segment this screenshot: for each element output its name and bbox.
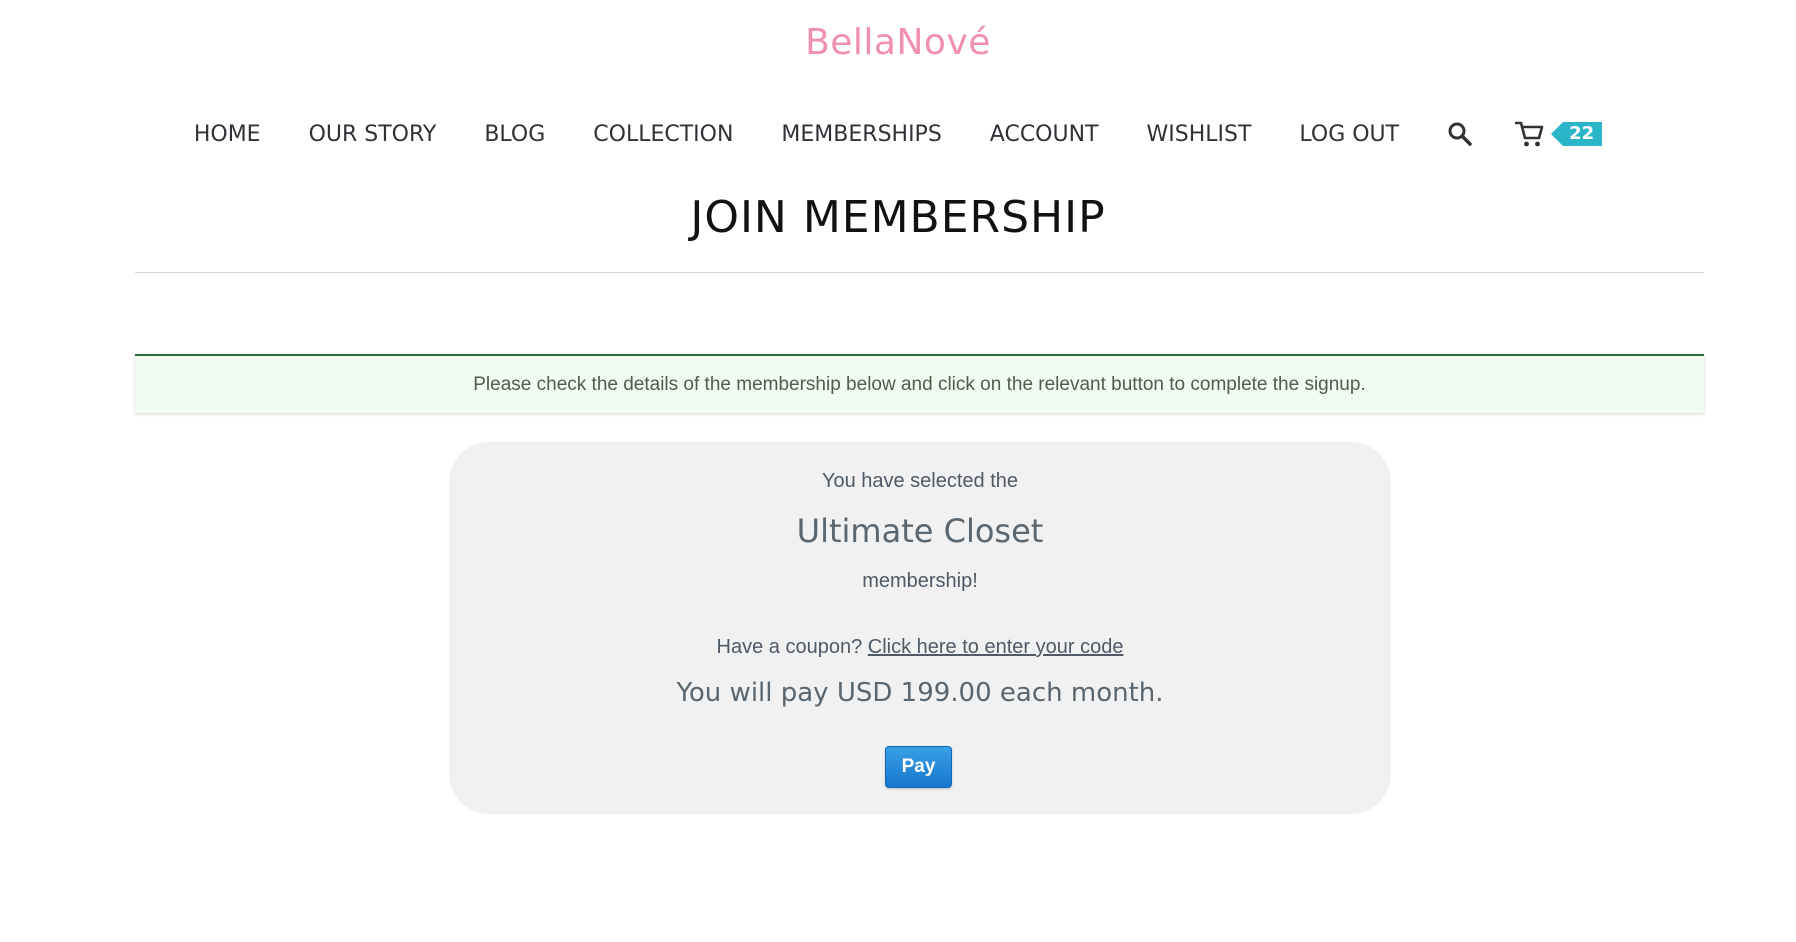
brand-logo[interactable]: BellaNové xyxy=(0,22,1796,63)
cart-count-badge[interactable]: 22 xyxy=(1551,122,1603,146)
pay-amount-text: You will pay USD 199.00 each month. xyxy=(676,678,1164,708)
nav-item-home[interactable]: HOME xyxy=(194,122,261,147)
nav-item-log-out[interactable]: LOG OUT xyxy=(1299,122,1399,147)
selected-suffix: membership! xyxy=(862,570,978,592)
nav-item-our-story[interactable]: OUR STORY xyxy=(309,122,437,147)
pay-button[interactable]: Pay xyxy=(885,746,952,788)
nav-item-memberships[interactable]: MEMBERSHIPS xyxy=(781,122,941,147)
nav-item-wishlist[interactable]: WISHLIST xyxy=(1147,122,1252,147)
coupon-line: Have a coupon? Click here to enter your … xyxy=(449,636,1391,659)
title-divider xyxy=(135,272,1704,273)
plan-name: Ultimate Closet xyxy=(796,512,1044,550)
nav-item-blog[interactable]: BLOG xyxy=(484,122,545,147)
nav-item-collection[interactable]: COLLECTION xyxy=(593,122,733,147)
coupon-link[interactable]: Click here to enter your code xyxy=(868,636,1124,658)
cart-icon[interactable] xyxy=(1515,120,1545,148)
membership-summary-card: You have selected the Ultimate Closet me… xyxy=(449,442,1391,814)
signup-notice-text: Please check the details of the membersh… xyxy=(473,373,1366,395)
signup-notice: Please check the details of the membersh… xyxy=(135,354,1704,413)
main-nav: HOME OUR STORY BLOG COLLECTION MEMBERSHI… xyxy=(0,120,1796,148)
cart-link[interactable]: 22 xyxy=(1515,120,1603,148)
page-title: JOIN MEMBERSHIP xyxy=(690,192,1106,243)
coupon-prompt: Have a coupon? xyxy=(716,636,863,658)
search-icon[interactable] xyxy=(1447,121,1473,147)
selected-prefix: You have selected the xyxy=(821,470,1019,492)
nav-item-account[interactable]: ACCOUNT xyxy=(990,122,1099,147)
